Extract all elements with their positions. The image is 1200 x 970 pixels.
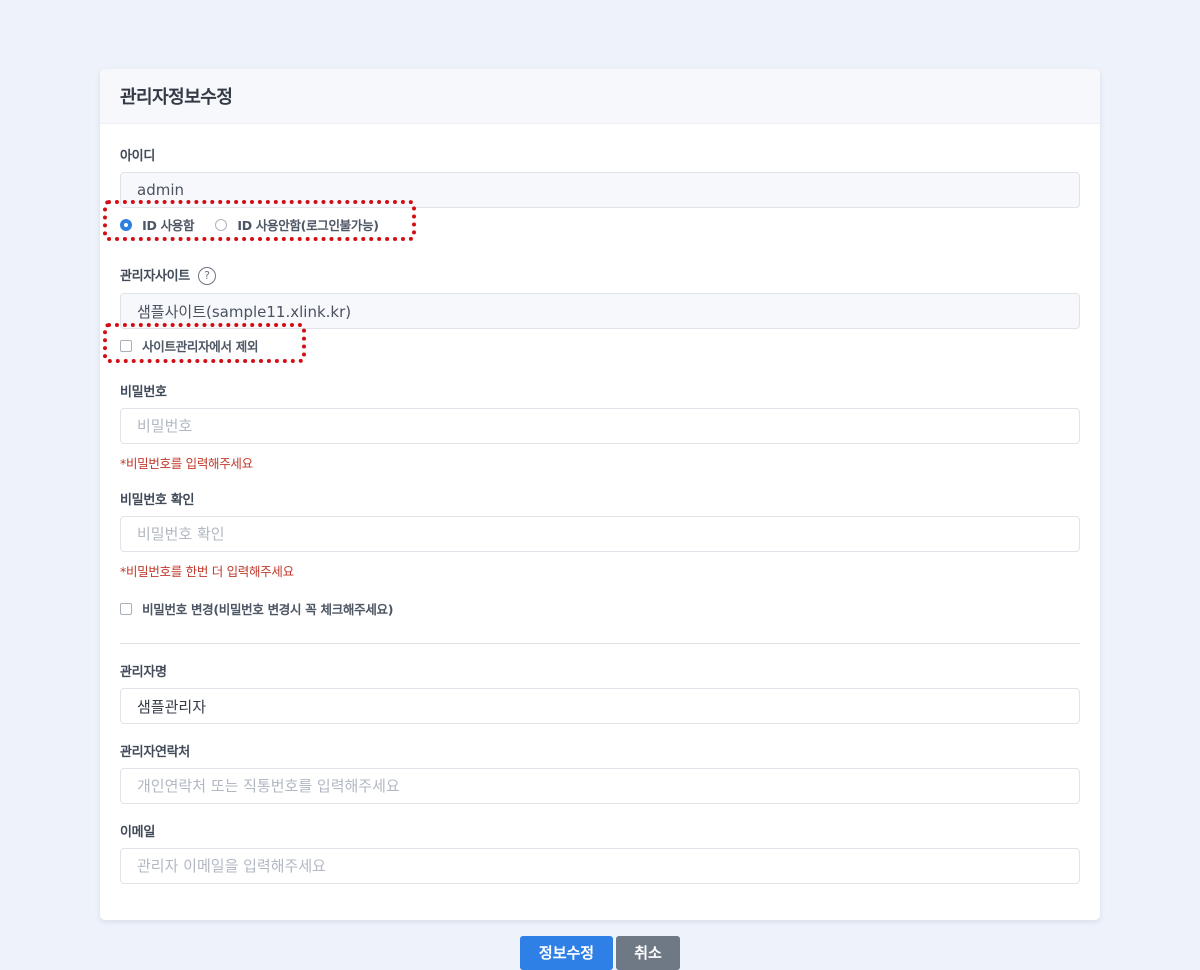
admin-name-input[interactable] bbox=[120, 688, 1080, 724]
password-change-checkbox-row[interactable]: 비밀번호 변경(비밀번호 변경시 꼭 체크해주세요) bbox=[120, 598, 393, 618]
email-input[interactable] bbox=[120, 848, 1080, 884]
password-input[interactable] bbox=[120, 408, 1080, 444]
email-label: 이메일 bbox=[120, 825, 155, 840]
password-confirm-input[interactable] bbox=[120, 516, 1080, 552]
admin-edit-card: 관리자정보수정 아이디 ID 사용함 ID 사용안함(로그인불가능) 관리자사이… bbox=[100, 69, 1100, 920]
password-confirm-label: 비밀번호 확인 bbox=[120, 493, 195, 508]
site-exclude-checkbox[interactable] bbox=[120, 339, 132, 352]
radio-checked-icon[interactable] bbox=[120, 218, 132, 231]
site-label: 관리자사이트 bbox=[120, 269, 190, 284]
card-header: 관리자정보수정 bbox=[100, 69, 1100, 124]
id-label: 아이디 bbox=[120, 149, 155, 164]
password-error: *비밀번호를 입력해주세요 bbox=[120, 456, 253, 471]
password-label: 비밀번호 bbox=[120, 385, 167, 400]
radio-id-disabled-label: ID 사용안함(로그인불가능) bbox=[237, 218, 379, 233]
site-exclude-checkbox-row[interactable]: 사이트관리자에서 제외 bbox=[120, 335, 258, 355]
radio-id-enabled[interactable]: ID 사용함 bbox=[120, 214, 199, 233]
password-confirm-error: *비밀번호를 한번 더 입력해주세요 bbox=[120, 564, 294, 579]
password-change-checkbox[interactable] bbox=[120, 602, 132, 615]
section-divider bbox=[120, 643, 1080, 644]
id-usage-radio-group: ID 사용함 ID 사용안함(로그인불가능) bbox=[120, 214, 379, 234]
page-title: 관리자정보수정 bbox=[120, 87, 233, 108]
site-label-row: 관리자사이트 ? bbox=[120, 265, 217, 285]
password-change-label: 비밀번호 변경(비밀번호 변경시 꼭 체크해주세요) bbox=[142, 602, 394, 617]
radio-id-disabled[interactable]: ID 사용안함(로그인불가능) bbox=[215, 214, 379, 233]
site-exclude-label: 사이트관리자에서 제외 bbox=[142, 339, 259, 354]
admin-contact-input[interactable] bbox=[120, 768, 1080, 804]
radio-id-enabled-label: ID 사용함 bbox=[142, 218, 195, 233]
admin-contact-label: 관리자연락처 bbox=[120, 745, 190, 760]
radio-unchecked-icon[interactable] bbox=[215, 218, 228, 231]
question-circle-icon[interactable]: ? bbox=[198, 266, 217, 285]
admin-name-label: 관리자명 bbox=[120, 665, 167, 680]
